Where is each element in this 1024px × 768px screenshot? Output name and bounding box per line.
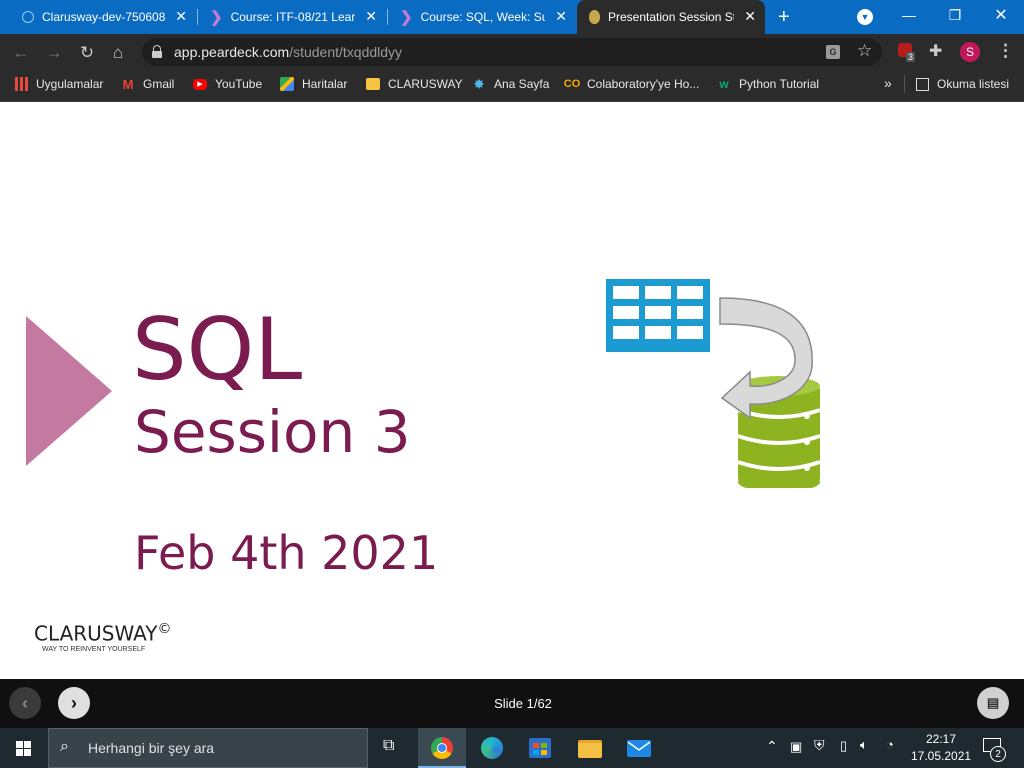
home-icon[interactable]: ⌂ [107,42,129,64]
slide-counter: Slide 1/62 [494,696,552,711]
clarusway-logo: CLARUSWAY© [34,621,172,646]
chevron-left-icon: ‹ [22,692,28,713]
close-icon[interactable]: ✕ [555,9,567,23]
meet-now-icon[interactable]: ▣ [790,739,802,755]
tab-3-active[interactable]: Presentation Session Stu ✕ [577,0,765,34]
reader-icon: ▤ [986,695,1000,710]
star-icon[interactable]: ☆ [857,41,872,61]
battery-icon[interactable]: ▯ [840,738,847,754]
chevron-right-icon: › [71,692,77,713]
clarusway-tagline: WAY TO REINVENT YOURSELF [42,646,146,653]
security-shield-icon[interactable]: ⛨ [814,737,825,754]
bookmark-clarusway-folder[interactable]: CLARUSWAY [366,77,463,91]
close-icon[interactable]: ✕ [175,9,187,23]
reload-icon[interactable]: ↻ [76,42,98,64]
kebab-menu-icon[interactable]: ⋮ [997,41,1014,61]
tab-title: Clarusway-dev-750608 [42,10,166,24]
tab-title: Presentation Session Stu [608,10,734,24]
search-icon: ⌕ [60,738,69,755]
tab-1[interactable]: ❯ Course: ITF-08/21 Learn ✕ [198,0,386,34]
mail-icon[interactable] [627,740,651,757]
wifi-icon[interactable]: ◔ [886,737,894,752]
bookmark-apps[interactable]: Uygulamalar [15,77,103,91]
close-icon[interactable]: ✕ [744,9,756,23]
close-icon[interactable]: ✕ [365,9,377,23]
forward-arrow-icon[interactable]: → [43,42,65,64]
bookmark-colab[interactable]: CO Colaboratory'ye Ho... [563,77,700,91]
clock-date: 17.05.2021 [911,749,972,763]
next-slide-button[interactable]: › [58,687,90,719]
previous-slide-button[interactable]: ‹ [9,687,41,719]
globe-icon [22,11,34,23]
bookmark-youtube[interactable]: ▶ YouTube [193,77,262,91]
clock[interactable]: 22:17 17.05.2021 [911,731,971,765]
clarusway-logo-icon: ❯ [210,9,223,26]
slide-subtitle: Session 3 [134,398,411,466]
bookmark-maps[interactable]: Haritalar [280,77,347,91]
taskbar-chrome-button[interactable] [418,728,466,768]
avatar[interactable]: S [960,42,980,62]
table-icon [606,279,710,352]
translate-icon[interactable]: G [826,45,840,59]
clarusway-logo-icon: ❯ [400,9,413,26]
gmail-icon: M [122,76,134,92]
volume-icon[interactable]: 🔈︎ [860,737,868,753]
puzzle-icon[interactable]: ✚ [929,41,942,61]
store-icon[interactable] [529,738,551,758]
slide-title: SQL [132,300,303,400]
url-text[interactable]: app.peardeck.com/student/txqddldyy [174,44,402,60]
chevron-up-icon[interactable]: ⌃ [766,738,778,755]
notification-count-badge: 2 [990,746,1006,762]
bookmarks-overflow-button[interactable]: » [884,75,892,91]
bookmark-jupyter[interactable]: ✸ Ana Sayfa [472,75,549,92]
slide-date: Feb 4th 2021 [134,526,439,580]
minimize-button[interactable]: — [886,0,932,30]
edge-icon[interactable] [481,737,503,759]
tab-title: Course: ITF-08/21 Learn [230,10,355,24]
tab-search-icon[interactable]: ▼ [857,9,873,25]
lock-icon[interactable] [152,45,162,58]
table-to-database-illustration [606,279,821,488]
immersive-reader-button[interactable]: ▤ [977,687,1009,719]
chrome-icon [431,737,453,759]
new-tab-button[interactable]: + [778,6,790,29]
restore-button[interactable]: ❐ [932,0,978,30]
apps-grid-icon [15,77,28,91]
folder-icon [366,78,380,90]
file-explorer-icon[interactable] [578,740,602,758]
task-view-icon[interactable]: ⧉ [383,737,394,755]
tab-2[interactable]: ❯ Course: SQL, Week: Sub ✕ [388,0,576,34]
reading-list-icon [916,77,929,91]
peardeck-icon [589,10,600,24]
back-arrow-icon[interactable]: ← [10,42,32,64]
window-close-button[interactable]: ✕ [978,0,1024,30]
taskbar-search-placeholder: Herhangi bir şey ara [88,740,215,756]
maps-icon [280,77,294,91]
extension-badge: 3 [906,52,916,62]
jupyter-icon: ✸ [473,75,485,92]
bookmark-gmail[interactable]: M Gmail [121,76,175,92]
reading-list-button[interactable]: Okuma listesi [916,77,1009,91]
w3schools-icon: w [719,77,729,91]
clock-time: 22:17 [925,732,957,746]
youtube-icon: ▶ [193,78,207,90]
windows-start-icon[interactable] [16,741,31,756]
tab-0[interactable]: Clarusway-dev-750608 ✕ [0,0,196,34]
tab-title: Course: SQL, Week: Sub [420,10,545,24]
divider [904,75,905,93]
colab-icon: CO [563,78,581,90]
bookmark-python-tutorial[interactable]: w Python Tutorial [717,77,819,91]
play-triangle-decoration [26,316,112,466]
